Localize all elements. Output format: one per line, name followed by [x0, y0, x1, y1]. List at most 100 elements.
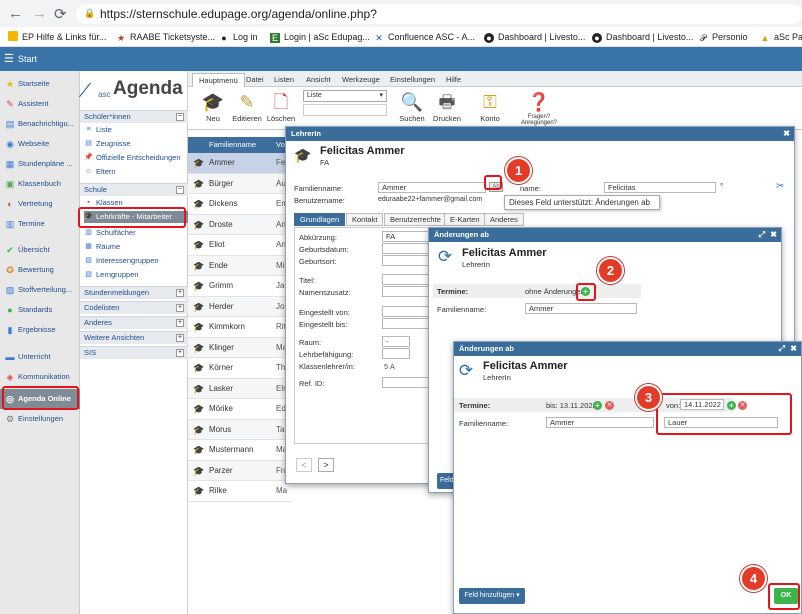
- tree-section-schueler[interactable]: Schüler*innen −: [80, 110, 188, 123]
- address-bar[interactable]: https://sternschule.edupage.org/agenda/o…: [76, 4, 802, 24]
- lehrbefaehigung-select[interactable]: [382, 348, 410, 359]
- maximize-icon[interactable]: ⤢: [759, 228, 765, 242]
- bookmark-item[interactable]: 𝒫 Personio: [698, 30, 748, 44]
- tab-werkzeuge[interactable]: Werkzeuge: [336, 73, 386, 87]
- tree-item-schulfaecher[interactable]: ▥ Schulfächer: [84, 227, 188, 239]
- tree-section-anderes[interactable]: Anderes +: [80, 316, 188, 329]
- sidebar-item-ergebnisse[interactable]: ▮ Ergebnisse: [0, 320, 80, 340]
- bookmark-item[interactable]: ● Dashboard | Livesto...: [592, 30, 693, 44]
- close-icon[interactable]: ✖: [783, 127, 790, 141]
- tree-section-stundenmeldungen[interactable]: Stundenmeldungen +: [80, 286, 188, 299]
- table-row[interactable]: 🎓 Ammer Feli: [188, 153, 292, 174]
- sidebar-item-webseite[interactable]: ◉ Webseite: [0, 134, 80, 154]
- sidebar-item-standards[interactable]: ● Standards: [0, 300, 80, 320]
- table-row[interactable]: 🎓 Mörike Edu: [188, 399, 292, 420]
- sidebar-item-stoffverteilung[interactable]: ▨ Stoffverteilung...: [0, 280, 80, 300]
- tab-grundlagen[interactable]: Grundlagen: [294, 213, 346, 226]
- table-row[interactable]: 🎓 Droste Ann: [188, 214, 292, 235]
- back-icon[interactable]: ←: [8, 5, 23, 22]
- sidebar-item-kommunikation[interactable]: ◈ Kommunikation: [0, 367, 80, 387]
- expand-icon[interactable]: +: [176, 319, 184, 327]
- account-button[interactable]: ⚿ Konto: [471, 90, 509, 123]
- expand-icon[interactable]: +: [176, 289, 184, 297]
- tab-listen[interactable]: Listen: [268, 73, 300, 87]
- table-row[interactable]: 🎓 Grimm Jac: [188, 276, 292, 297]
- forward-icon[interactable]: →: [32, 5, 47, 22]
- raum-select[interactable]: -: [382, 336, 410, 347]
- expand-icon[interactable]: +: [176, 304, 184, 312]
- list-select[interactable]: Liste ▾: [303, 90, 387, 102]
- bookmark-item[interactable]: E Login | aSc Edupag...: [270, 30, 370, 44]
- sidebar-item-vertretung[interactable]: ◐ Vertretung: [0, 194, 80, 214]
- maximize-icon[interactable]: ⤢: [779, 342, 785, 356]
- table-row[interactable]: 🎓 Klinger Ma: [188, 337, 292, 358]
- close-icon[interactable]: ✖: [770, 228, 777, 242]
- table-row[interactable]: 🎓 Körner The: [188, 358, 292, 379]
- bookmark-item[interactable]: ● Log in: [219, 30, 257, 44]
- tree-item-lerngruppen[interactable]: ▧ Lerngruppen: [84, 269, 188, 281]
- sidebar-item-benachrichtigungen[interactable]: ▤ Benachrichtigu...: [0, 114, 80, 134]
- table-row[interactable]: 🎓 Dickens Em: [188, 194, 292, 215]
- collapse-icon[interactable]: −: [176, 186, 184, 194]
- bookmark-item[interactable]: ★ RAABE Ticketsyste...: [116, 30, 215, 44]
- expand-icon[interactable]: +: [176, 349, 184, 357]
- sidebar-item-stundenplaene[interactable]: ▦ Stundenpläne ...: [0, 154, 80, 174]
- vorname-field[interactable]: Felicitas: [604, 182, 716, 193]
- table-row[interactable]: 🎓 Mustermann Ma: [188, 440, 292, 461]
- collapse-icon[interactable]: −: [176, 113, 184, 121]
- prev-button[interactable]: <: [296, 458, 312, 472]
- feedback-button[interactable]: ❓ Fragen? Anregungen?: [518, 90, 560, 126]
- sidebar-item-klassenbuch[interactable]: ▣ Klassenbuch: [0, 174, 80, 194]
- tree-item-raeume[interactable]: ▦ Räume: [84, 241, 188, 253]
- close-icon[interactable]: ✖: [790, 342, 797, 356]
- list-select-secondary[interactable]: [303, 104, 387, 116]
- sidebar-item-uebersicht[interactable]: ✔ Übersicht: [0, 240, 80, 260]
- tab-hilfe[interactable]: Hilfe: [440, 73, 467, 87]
- remove-change-button[interactable]: ✕: [605, 401, 614, 410]
- tab-einstellungen[interactable]: Einstellungen: [384, 73, 441, 87]
- familienname-old-field[interactable]: Ammer: [546, 417, 654, 428]
- tree-section-schule[interactable]: Schule −: [80, 183, 188, 196]
- table-row[interactable]: 🎓 Morus Tan: [188, 419, 292, 440]
- table-row[interactable]: 🎓 Herder Joh: [188, 296, 292, 317]
- tab-benutzerrechte[interactable]: Benutzerrechte: [384, 213, 447, 226]
- expand-icon[interactable]: +: [176, 334, 184, 342]
- add-field-button[interactable]: Feld hinzufügen ▾: [459, 588, 525, 604]
- bookmark-item[interactable]: ● Dashboard | Livesto...: [484, 30, 585, 44]
- table-row[interactable]: 🎓 Parzer Fra: [188, 460, 292, 481]
- tree-item-liste[interactable]: ≡ Liste: [84, 124, 188, 136]
- sidebar-item-einstellungen[interactable]: ⚙ Einstellungen: [0, 409, 80, 429]
- sidebar-item-bewertung[interactable]: ✪ Bewertung: [0, 260, 80, 280]
- familienname-field[interactable]: Ammer: [525, 303, 637, 314]
- print-button[interactable]: 🖶 Drucken: [428, 90, 466, 123]
- familienname-field[interactable]: Ammer: [378, 182, 486, 193]
- tree-section-weitere[interactable]: Weitere Ansichten +: [80, 331, 188, 344]
- next-button[interactable]: >: [318, 458, 334, 472]
- hamburger-icon[interactable]: ☰: [4, 47, 14, 71]
- tree-item-eltern[interactable]: ☺ Eltern: [84, 166, 188, 178]
- table-row[interactable]: 🎓 Rilke Ma: [188, 481, 292, 502]
- sidebar-item-assistent[interactable]: ✎ Assistent: [0, 94, 80, 114]
- tab-anderes[interactable]: Anderes: [484, 213, 524, 226]
- tree-section-sis[interactable]: SIS +: [80, 346, 188, 359]
- table-row[interactable]: 🎓 Lasker Els: [188, 378, 292, 399]
- sidebar-item-unterricht[interactable]: ▬ Unterricht: [0, 347, 80, 367]
- delete-button[interactable]: 🗋 Löschen: [262, 90, 300, 123]
- tree-section-codelisten[interactable]: Codelisten +: [80, 301, 188, 314]
- sidebar-item-termine[interactable]: ▥ Termine: [0, 214, 80, 234]
- tree-item-interessengruppen[interactable]: ▧ Interessengruppen: [84, 255, 188, 267]
- tab-kontakt[interactable]: Kontakt: [346, 213, 384, 226]
- bookmark-item[interactable]: EP Hilfe & Links für...: [8, 30, 106, 44]
- tab-e-karten[interactable]: E-Karten: [444, 213, 486, 226]
- table-row[interactable]: 🎓 Ende Mic: [188, 255, 292, 276]
- tab-hauptmenue[interactable]: Hauptmenü: [192, 73, 245, 87]
- tools-icon[interactable]: ✂: [776, 181, 784, 192]
- edit-button[interactable]: ✎ Editieren: [228, 90, 266, 123]
- sidebar-item-startseite[interactable]: ★ Startseite: [0, 74, 80, 94]
- bookmark-item[interactable]: ✕ Confluence ASC - A...: [374, 30, 475, 44]
- add-change-button[interactable]: +: [593, 401, 602, 410]
- table-row[interactable]: 🎓 Bürger Aug: [188, 173, 292, 194]
- reload-icon[interactable]: ⟳: [54, 5, 67, 23]
- tree-item-zeugnisse[interactable]: ▤ Zeugnisse: [84, 138, 188, 150]
- tree-item-entscheidungen[interactable]: 📌 Offizielle Entscheidungen: [84, 152, 188, 164]
